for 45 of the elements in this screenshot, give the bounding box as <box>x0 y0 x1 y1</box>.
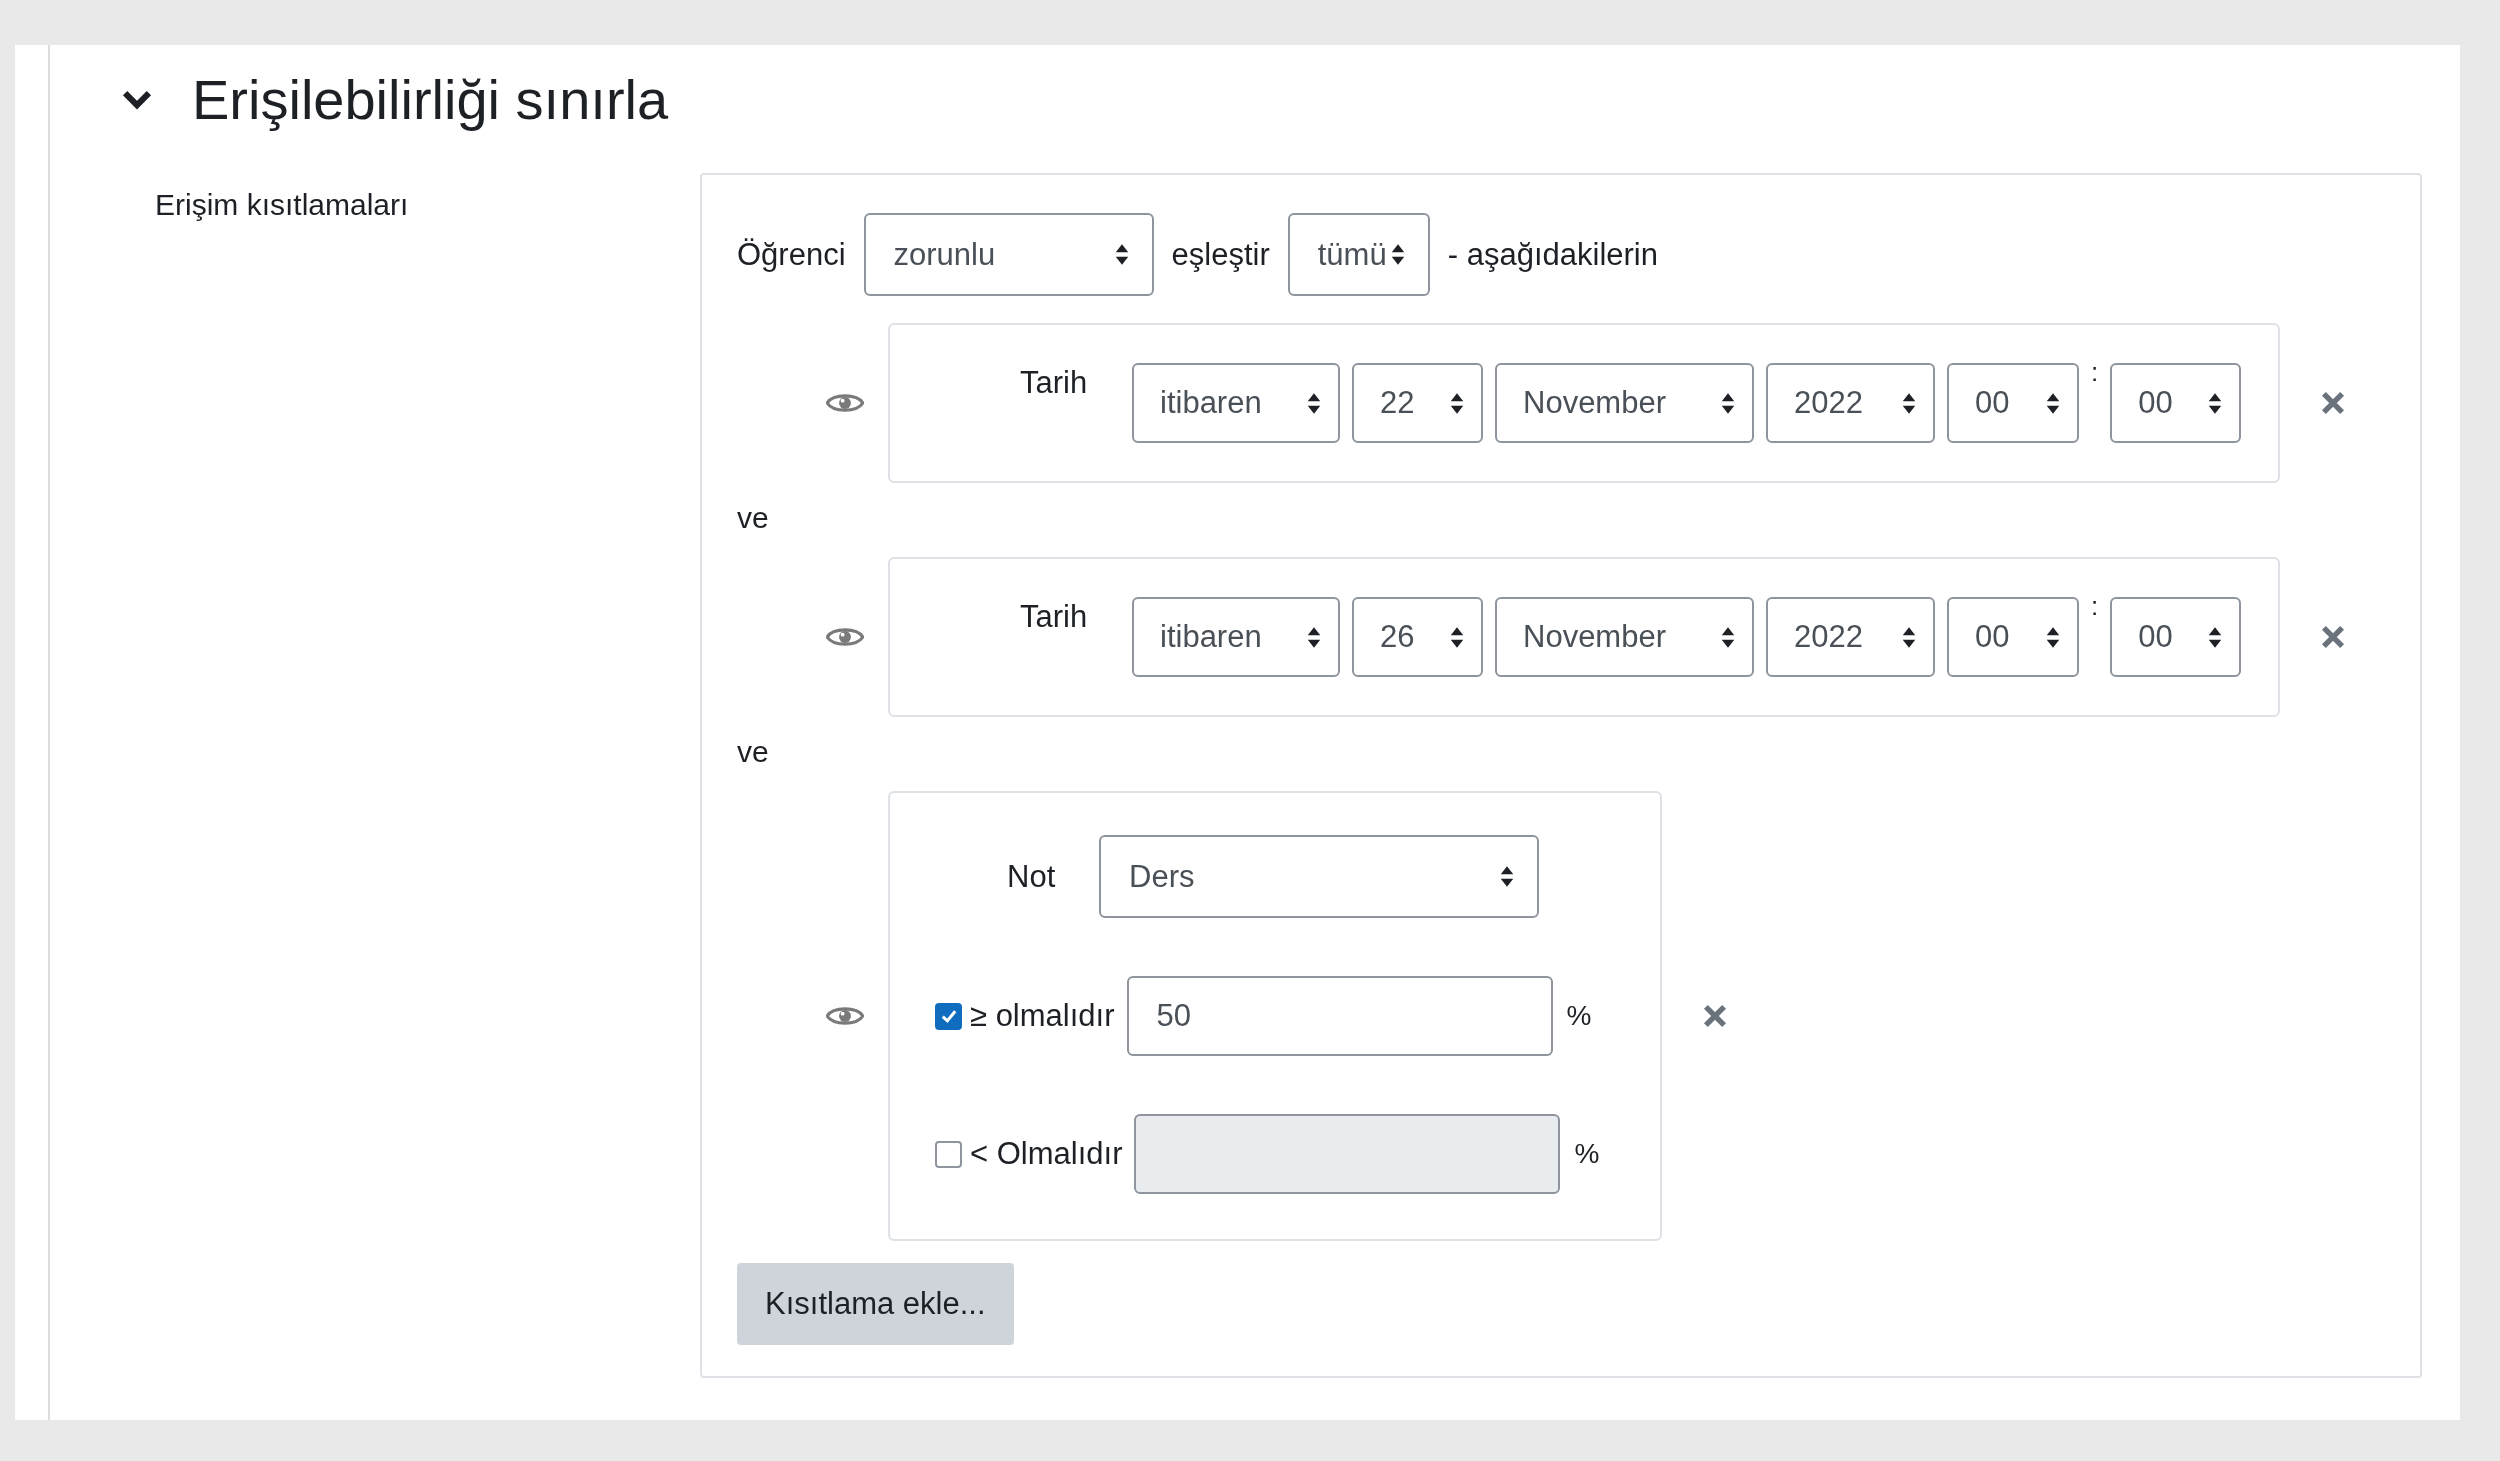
percentage-input[interactable] <box>1134 1114 1561 1194</box>
limit-label: ≥ olmalıdır <box>970 998 1115 1034</box>
day-select[interactable]: 26 <box>1352 597 1483 677</box>
eye-icon[interactable] <box>826 1004 864 1028</box>
condition-label: Not <box>1006 858 1057 895</box>
percentage-input[interactable]: 50 <box>1126 976 1553 1056</box>
condition-label: Tarih <box>1019 599 1089 635</box>
sort-caret-icon <box>1389 242 1406 267</box>
year-select[interactable]: 2022 <box>1766 363 1935 443</box>
field-label: Erişim kısıtlamaları <box>155 187 410 223</box>
checkbox[interactable] <box>935 1002 962 1030</box>
sort-caret-icon <box>1113 242 1130 267</box>
time-separator: : <box>2091 591 2099 622</box>
match-prefix-label: Öğrenci <box>737 236 846 273</box>
checkbox[interactable] <box>935 1140 962 1168</box>
eye-icon[interactable] <box>826 391 864 415</box>
close-icon[interactable] <box>2320 624 2346 650</box>
direction-select[interactable]: itibaren <box>1132 597 1340 677</box>
condition-label: Tarih <box>1019 365 1089 401</box>
percent-sign: % <box>1574 1138 1600 1170</box>
match-label: eşleştir <box>1171 236 1270 273</box>
year-select[interactable]: 2022 <box>1766 597 1935 677</box>
close-icon[interactable] <box>1702 1003 1728 1029</box>
direction-select[interactable]: itibaren <box>1132 363 1340 443</box>
hour-select[interactable]: 00 <box>1947 363 2079 443</box>
day-select[interactable]: 22 <box>1352 363 1483 443</box>
scope-select[interactable]: tümü <box>1287 213 1430 296</box>
minute-select[interactable]: 00 <box>2110 597 2242 677</box>
add-restriction-button[interactable]: Kısıtlama ekle... <box>737 1263 1014 1345</box>
match-suffix-label: - aşağıdakilerin <box>1447 236 1658 273</box>
limit-label: < Olmalıdır <box>970 1136 1123 1172</box>
eye-icon[interactable] <box>826 625 864 649</box>
grade-item-select[interactable]: Ders <box>1099 835 1539 918</box>
percent-sign: % <box>1566 1000 1592 1032</box>
connector-label: ve <box>737 501 770 535</box>
sort-caret-icon <box>1499 864 1515 889</box>
time-separator: : <box>2091 357 2099 388</box>
connector-label: ve <box>737 735 770 769</box>
close-icon[interactable] <box>2320 390 2346 416</box>
hour-select[interactable]: 00 <box>1947 597 2079 677</box>
requirement-select[interactable]: zorunlu <box>863 213 1154 296</box>
month-select[interactable]: November <box>1495 363 1754 443</box>
section-title[interactable]: Erişilebilirliği sınırla <box>192 65 669 135</box>
month-select[interactable]: November <box>1495 597 1754 677</box>
minute-select[interactable]: 00 <box>2110 363 2242 443</box>
